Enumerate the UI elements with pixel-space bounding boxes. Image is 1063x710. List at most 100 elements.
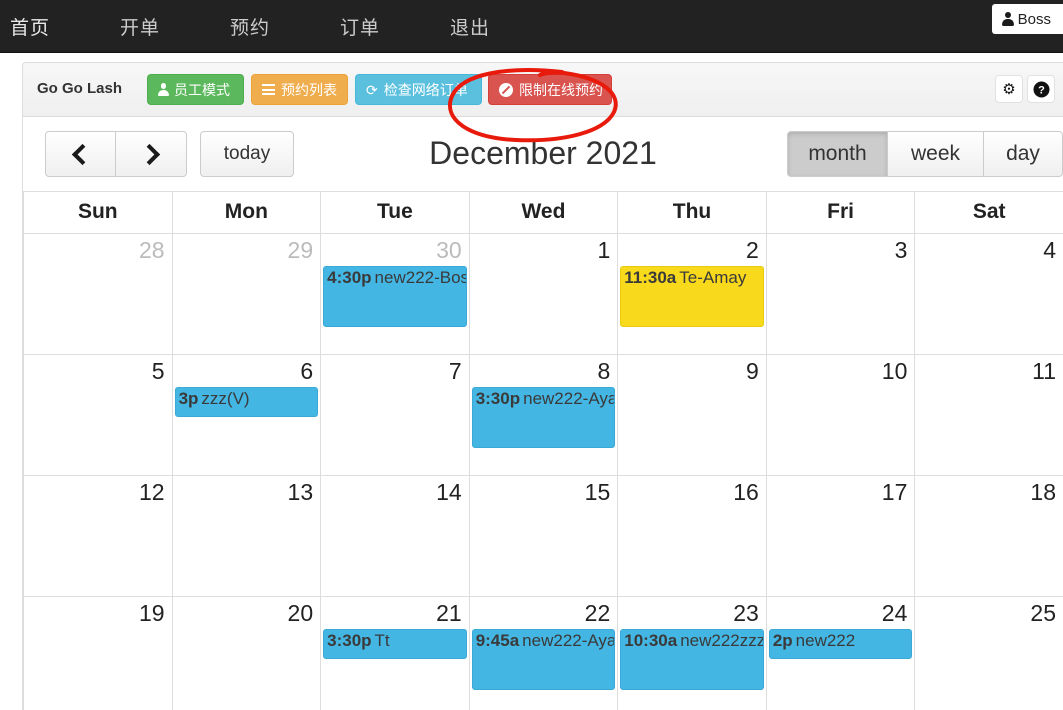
nav-label: 首页 [10,17,51,39]
button-label: 预约列表 [281,81,337,98]
nav-item-logout[interactable]: 退出 [440,0,550,52]
calendar-day-cell[interactable]: 10 [765,354,916,476]
event-title: new222-Aya [522,631,616,651]
calendar-day-cell[interactable]: 24 2p new222 [765,596,916,710]
calendar-day-cell[interactable]: 20 [171,596,322,710]
calendar-day-cell[interactable]: 21 3:30p Tt [320,596,470,710]
view-month-button[interactable]: month [787,131,888,177]
event-time: 11:30a [624,268,677,288]
calendar-day-cell[interactable]: 22 9:45a new222-Aya [468,596,619,710]
calendar-toolbar: today December 2021 month week day [23,117,1063,191]
day-number: 7 [448,358,462,384]
main-panel: Go Go Lash 员工模式 预约列表 ⟳ 检查网络订单 限制在线预约 ⚙ ?… [22,62,1063,710]
view-label: day [1006,142,1040,165]
calendar-day-cell[interactable]: 8 3:30p new222-Aya [468,354,619,476]
calendar-day-cell[interactable]: 28 [23,233,173,355]
day-number: 17 [881,479,908,505]
nav-item-new-order[interactable]: 开单 [110,0,220,52]
calendar-event[interactable]: 11:30a Te-Amay [620,266,764,328]
view-switch-group: month week day [787,131,1063,177]
event-time: 10:30a [624,631,678,651]
calendar-week-row: 28 29 30 4:30pnew222-Boss 1 2 11:30aTe-Amay 3 4 [23,233,1063,355]
day-number: 20 [287,600,314,626]
day-number: 12 [138,479,165,505]
booking-list-button[interactable]: 预约列表 [251,74,348,105]
staff-mode-button[interactable]: 员工模式 [147,74,244,105]
calendar-day-cell[interactable]: 4 [914,233,1063,355]
day-number: 21 [436,600,462,626]
calendar-event[interactable]: 10:30anew222zzzzzzzzzzzz [620,629,764,691]
nav-label: 退出 [450,17,491,39]
day-number: 15 [584,479,611,505]
day-number: 13 [287,479,314,505]
calendar-day-cell[interactable]: 1 [468,233,619,355]
user-name-label: Boss [1017,10,1051,28]
view-week-button[interactable]: week [888,131,984,177]
calendar-day-cell[interactable]: 30 4:30pnew222-Boss [320,233,470,355]
day-number: 2 [746,237,759,263]
calendar-day-cell[interactable]: 13 [171,475,322,597]
nav-item-booking[interactable]: 预约 [220,0,330,52]
calendar-day-cell[interactable]: 15 [468,475,619,597]
day-number: 11 [1032,358,1056,384]
calendar-day-cell[interactable]: 18 [914,475,1063,597]
day-number: 14 [436,479,462,505]
day-number: 10 [881,358,908,384]
calendar-day-cell[interactable]: 7 [320,354,470,476]
calendar-grid: Sun Mon Tue Wed Thu Fri Sat 28 29 30 4:30p n… [23,191,1063,710]
calendar-day-cell[interactable]: 17 [765,475,916,597]
day-number: 9 [746,358,759,384]
event-time: 4:30p [327,268,372,288]
calendar-event[interactable]: 3:30p Tt [323,629,467,660]
calendar-event[interactable]: 3:30p new222-Aya [471,387,616,449]
calendar-day-cell[interactable]: 3 [765,233,916,355]
calendar-day-cell[interactable]: 11 [914,354,1063,476]
nav-item-home[interactable]: 首页 [0,0,110,52]
calendar-day-cell[interactable]: 29 [171,233,322,355]
day-header-wed: Wed [468,191,619,234]
calendar-week-row: 12 13 14 15 16 17 18 [23,475,1063,597]
restrict-online-booking-button[interactable]: 限制在线预约 [488,74,612,105]
day-number: 16 [733,479,759,505]
calendar-event[interactable]: 9:45a new222-Aya [471,629,616,691]
event-time: 3p [178,389,199,409]
calendar-event[interactable]: 2p new222 [768,629,913,660]
view-label: week [910,142,961,165]
calendar-day-cell[interactable]: 23 10:30anew222zzzzzzzzzzzz [617,596,767,710]
gear-icon[interactable]: ⚙ [995,75,1023,103]
calendar-event[interactable]: 3p zzz(V) [174,387,319,418]
calendar-day-cell[interactable]: 2 11:30a Te-Amay [617,233,767,355]
ban-icon [499,82,513,97]
calendar-day-cell[interactable]: 16 [617,475,767,597]
nav-item-orders[interactable]: 订单 [330,0,440,52]
view-day-button[interactable]: day [984,131,1063,177]
day-number: 3 [894,237,908,263]
event-title: new222-Aya [523,389,616,409]
person-icon [158,83,169,96]
day-header-sun: Sun [23,191,173,234]
user-menu-button[interactable]: Boss [991,4,1063,34]
calendar-day-cell[interactable]: 25 [914,596,1063,710]
day-header-sat: Sat [914,191,1063,234]
calendar-day-cell[interactable]: 19 [23,596,173,710]
svg-text:?: ? [1038,84,1045,96]
day-number: 5 [151,358,165,384]
calendar-day-cell[interactable]: 9 [617,354,767,476]
event-title: Te-Amay [679,268,747,288]
nav-label: 订单 [340,17,381,39]
app-root: 首页 开单 预约 订单 退出 Boss Go Go Lash 员工模式 预约列表… [0,0,1063,710]
refresh-icon: ⟳ [366,81,378,98]
nav-label: 预约 [230,17,271,39]
calendar-day-cell[interactable]: 12 [23,475,173,597]
button-label: 员工模式 [174,81,230,98]
event-time: 3:30p [475,389,521,409]
day-header-tue: Tue [320,191,470,234]
calendar-day-cell[interactable]: 14 [320,475,470,597]
day-number: 8 [597,358,611,384]
nav-menu: 首页 开单 预约 订单 退出 [0,0,550,52]
calendar-day-cell[interactable]: 6 3p zzz(V) [171,354,322,476]
calendar-event[interactable]: 4:30pnew222-Boss [323,266,467,328]
check-online-orders-button[interactable]: ⟳ 检查网络订单 [355,74,482,105]
help-icon[interactable]: ? [1027,75,1055,103]
calendar-day-cell[interactable]: 5 [23,354,173,476]
